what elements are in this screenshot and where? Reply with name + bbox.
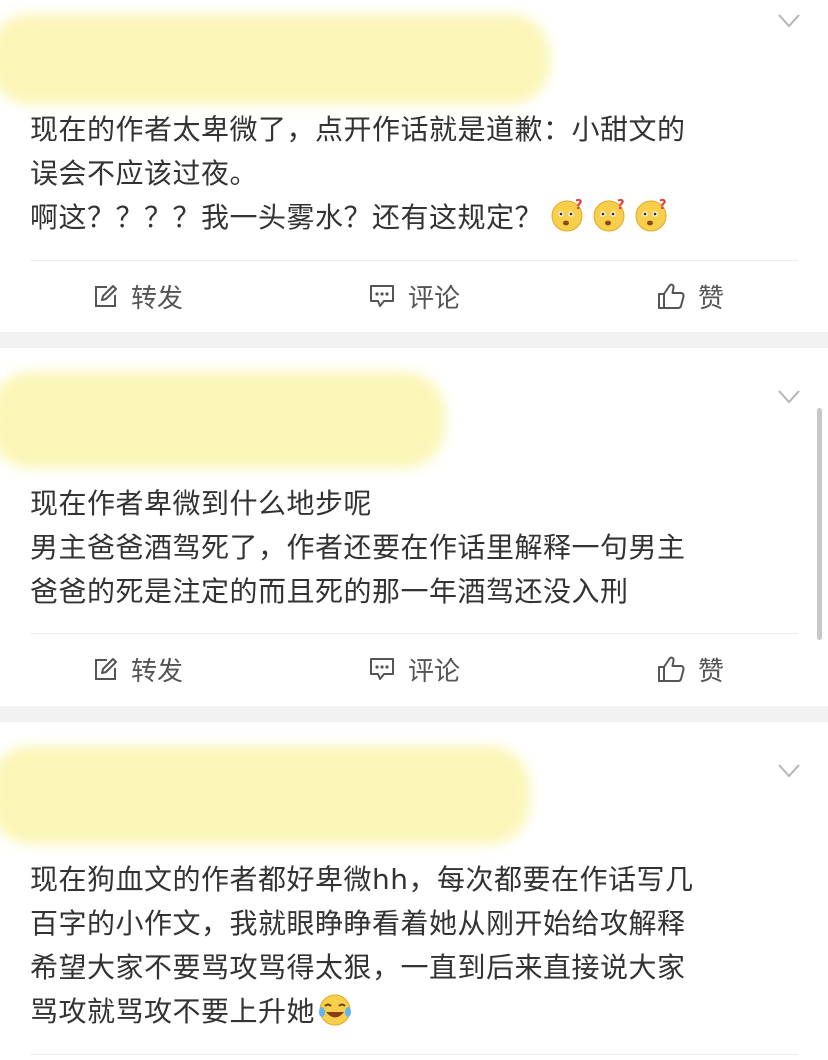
- redacted-username: [0, 372, 445, 468]
- repost-button[interactable]: 转发: [0, 634, 276, 704]
- repost-label: 转发: [130, 283, 183, 314]
- post-card-1: 现在的作者太卑微了，点开作话就是道歉：小甜文的 误会不应该过夜。 啊这？？？？我…: [0, 0, 828, 332]
- divider: [30, 1054, 798, 1055]
- comment-button[interactable]: 评论: [276, 261, 552, 331]
- scrollbar[interactable]: [817, 408, 822, 640]
- comment-label: 评论: [407, 656, 460, 687]
- comment-button[interactable]: 评论: [276, 634, 552, 704]
- chevron-down-icon[interactable]: [778, 764, 800, 778]
- post-card-2: 现在作者卑微到什么地步呢 男主爸爸酒驾死了，作者还要在作话里解释一句男主 爸爸的…: [0, 348, 828, 706]
- like-label: 赞: [697, 656, 724, 687]
- post-card-3: 现在狗血文的作者都好卑微hh，每次都要在作话写几 百字的小作文，我就眼睁睁看着她…: [0, 722, 828, 1060]
- repost-icon: [94, 658, 117, 680]
- redacted-username: [0, 746, 530, 844]
- like-label: 赞: [697, 283, 724, 314]
- thinking-face-icon: ?: [627, 198, 669, 234]
- comment-icon: [369, 285, 394, 307]
- repost-button[interactable]: 转发: [0, 261, 276, 331]
- laughing-crying-face-icon: [315, 994, 353, 1028]
- repost-icon: [94, 285, 117, 307]
- comment-icon: [369, 658, 394, 680]
- action-bar: 转发 评论 赞: [0, 261, 828, 331]
- thumbs-up-icon: [657, 283, 685, 309]
- thinking-face-icon: ?: [543, 198, 585, 234]
- thinking-face-icon: ?: [585, 198, 627, 234]
- comment-label: 评论: [407, 283, 460, 314]
- post-text: 现在作者卑微到什么地步呢 男主爸爸酒驾死了，作者还要在作话里解释一句男主 爸爸的…: [30, 487, 686, 608]
- post-text: 现在狗血文的作者都好卑微hh，每次都要在作话写几 百字的小作文，我就眼睁睁看着她…: [30, 863, 694, 1028]
- svg-text:?: ?: [575, 198, 583, 213]
- chevron-down-icon[interactable]: [778, 14, 800, 28]
- chevron-down-icon[interactable]: [778, 390, 800, 404]
- post-text: 现在的作者太卑微了，点开作话就是道歉：小甜文的 误会不应该过夜。 啊这？？？？我…: [30, 113, 686, 234]
- svg-text:?: ?: [659, 198, 667, 213]
- like-button[interactable]: 赞: [552, 634, 828, 704]
- repost-label: 转发: [130, 656, 183, 687]
- svg-text:?: ?: [617, 198, 625, 213]
- redacted-username: [0, 14, 550, 104]
- action-bar: 转发 评论 赞: [0, 634, 828, 704]
- weibo-feed: 现在的作者太卑微了，点开作话就是道歉：小甜文的 误会不应该过夜。 啊这？？？？我…: [0, 0, 828, 1060]
- thumbs-up-icon: [657, 656, 685, 682]
- like-button[interactable]: 赞: [552, 261, 828, 331]
